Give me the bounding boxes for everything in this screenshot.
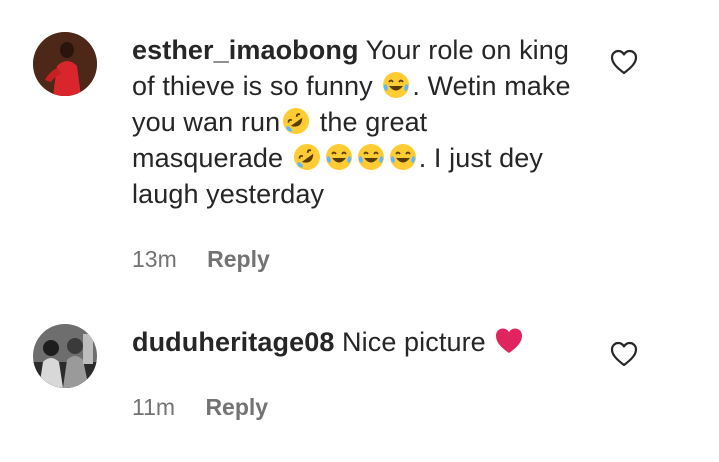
comment-item: duduheritage08 Nice picture 11m Reply	[0, 290, 719, 462]
comment-meta: 13m Reply	[132, 245, 270, 273]
comment-meta: 11m Reply	[132, 393, 268, 421]
tears-of-joy-emoji-icon	[389, 144, 416, 170]
reply-button[interactable]: Reply	[207, 246, 270, 272]
comment-text-part: Nice picture	[342, 327, 486, 357]
avatar[interactable]	[33, 324, 97, 388]
reply-button[interactable]: Reply	[205, 394, 268, 420]
comment-text: esther_imaobong Your role on king of thi…	[132, 32, 577, 212]
comment-item: esther_imaobong Your role on king of thi…	[0, 0, 719, 290]
rofl-emoji-icon	[283, 108, 310, 134]
tears-of-joy-emoji-icon	[325, 144, 352, 170]
comment-text: duduheritage08 Nice picture	[132, 324, 577, 360]
avatar[interactable]	[33, 32, 97, 96]
tears-of-joy-emoji-icon	[383, 72, 410, 98]
tears-of-joy-emoji-icon	[357, 144, 384, 170]
comment-username[interactable]: esther_imaobong	[132, 35, 359, 65]
heart-outline-icon[interactable]	[610, 49, 638, 75]
red-heart-emoji-icon	[496, 328, 523, 353]
comment-username[interactable]: duduheritage08	[132, 327, 334, 357]
comment-time: 13m	[132, 246, 177, 272]
rofl-emoji-icon	[293, 144, 320, 170]
comment-time: 11m	[132, 394, 176, 420]
heart-outline-icon[interactable]	[610, 341, 638, 367]
